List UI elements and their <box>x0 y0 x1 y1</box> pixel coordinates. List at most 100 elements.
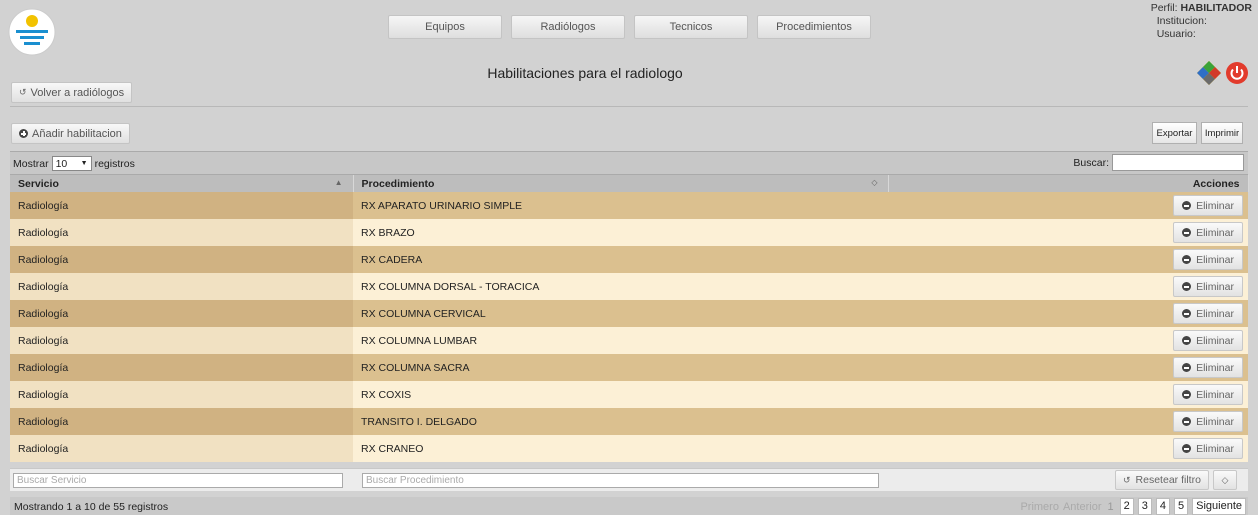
column-header-servicio[interactable]: Servicio ▲ <box>10 175 354 192</box>
column-header-procedimiento[interactable]: Procedimiento ◇ <box>353 175 889 192</box>
table-footer: Mostrando 1 a 10 de 55 registros Primero… <box>10 497 1248 515</box>
eliminar-button[interactable]: Eliminar <box>1173 357 1243 378</box>
cell-procedimiento: RX COXIS <box>353 381 888 408</box>
eliminar-label: Eliminar <box>1196 280 1234 293</box>
cell-servicio: Radiología <box>10 408 353 435</box>
cell-procedimiento: RX CRANEO <box>353 435 888 462</box>
eliminar-button[interactable]: Eliminar <box>1173 384 1243 405</box>
eliminar-label: Eliminar <box>1196 415 1234 428</box>
eliminar-label: Eliminar <box>1196 199 1234 212</box>
cell-procedimiento: RX COLUMNA SACRA <box>353 354 888 381</box>
cell-servicio: Radiología <box>10 246 353 273</box>
eliminar-label: Eliminar <box>1196 307 1234 320</box>
minus-circle-icon <box>1182 228 1192 237</box>
print-button[interactable]: Imprimir <box>1201 122 1243 144</box>
table-row: Radiología RX APARATO URINARIO SIMPLE Elim… <box>10 192 1248 219</box>
nav-tecnicos-button[interactable]: Tecnicos <box>634 15 748 39</box>
eliminar-button[interactable]: Eliminar <box>1173 276 1243 297</box>
pagination-page-1: 1 <box>1107 500 1114 513</box>
minus-circle-icon <box>1182 336 1192 345</box>
filter-servicio-input[interactable]: Buscar Servicio <box>13 473 343 488</box>
eliminar-label: Eliminar <box>1196 442 1234 455</box>
reset-icon: ↺ <box>1123 474 1131 485</box>
reset-filter-button[interactable]: ↺ Resetear filtro <box>1115 470 1209 490</box>
eliminar-button[interactable]: Eliminar <box>1173 411 1243 432</box>
cell-acciones: Eliminar <box>888 246 1248 273</box>
pagination-page-5[interactable]: 5 <box>1174 498 1189 515</box>
table-row: Radiología RX CADERA Eliminar <box>10 246 1248 273</box>
eliminar-button[interactable]: Eliminar <box>1173 303 1243 324</box>
nav-radiologos-button[interactable]: Radiólogos <box>511 15 625 39</box>
eliminar-label: Eliminar <box>1196 253 1234 266</box>
pagination-next[interactable]: Siguiente <box>1192 498 1246 515</box>
sort-toggle-icon: ◇ <box>1221 474 1229 485</box>
eliminar-button[interactable]: Eliminar <box>1173 438 1243 459</box>
table-row: Radiología RX COLUMNA SACRA Eliminar <box>10 354 1248 381</box>
minus-circle-icon <box>1182 255 1192 264</box>
search-input[interactable] <box>1112 154 1244 171</box>
table-row: Radiología TRANSITO I. DELGADO Eliminar <box>10 408 1248 435</box>
search-label: Buscar: <box>1073 156 1109 169</box>
cell-servicio: Radiología <box>10 381 353 408</box>
cell-acciones: Eliminar <box>888 381 1248 408</box>
eliminar-button[interactable]: Eliminar <box>1173 222 1243 243</box>
pagination-previous[interactable]: Anterior <box>1063 501 1102 513</box>
pagination-first[interactable]: Primero <box>1020 501 1059 513</box>
minus-circle-icon <box>1182 417 1192 426</box>
page-size-select[interactable]: 10 ▼ <box>51 156 92 171</box>
eliminar-label: Eliminar <box>1196 334 1234 347</box>
eliminar-button[interactable]: Eliminar <box>1173 249 1243 270</box>
export-button[interactable]: Exportar <box>1152 122 1197 144</box>
user-profile-info: Perfil: HABILITADOR Institucion: Usuario… <box>1151 2 1252 41</box>
nav-equipos-button[interactable]: Equipos <box>388 15 502 39</box>
page-size-value: 10 <box>55 157 68 170</box>
cell-servicio: Radiología <box>10 273 353 300</box>
cell-procedimiento: RX APARATO URINARIO SIMPLE <box>353 192 888 219</box>
cell-acciones: Eliminar <box>888 192 1248 219</box>
length-control: Mostrar 10 ▼ registros <box>13 156 135 171</box>
eliminar-label: Eliminar <box>1196 226 1234 239</box>
eliminar-button[interactable]: Eliminar <box>1173 330 1243 351</box>
settings-cube-icon[interactable] <box>1196 60 1222 89</box>
cell-servicio: Radiología <box>10 354 353 381</box>
add-button-label: Añadir habilitacion <box>32 127 122 140</box>
table-info: Mostrando 1 a 10 de 55 registros <box>14 501 169 513</box>
table-controls: Mostrar 10 ▼ registros Buscar: <box>10 151 1248 175</box>
top-navigation: Equipos Radiólogos Tecnicos Procedimient… <box>388 15 871 39</box>
add-habilitacion-button[interactable]: Añadir habilitacion <box>11 123 130 144</box>
nav-procedimientos-button[interactable]: Procedimientos <box>757 15 871 39</box>
power-logout-icon[interactable] <box>1225 61 1249 88</box>
eliminar-button[interactable]: Eliminar <box>1173 195 1243 216</box>
minus-circle-icon <box>1182 309 1192 318</box>
filter-procedimiento-input[interactable]: Buscar Procedimiento <box>362 473 879 488</box>
pagination-page-4[interactable]: 4 <box>1155 498 1170 515</box>
pagination-page-3[interactable]: 3 <box>1137 498 1152 515</box>
cell-servicio: Radiología <box>10 300 353 327</box>
cell-acciones: Eliminar <box>888 273 1248 300</box>
cell-procedimiento: RX CADERA <box>353 246 888 273</box>
institucion-label: Institucion: <box>1156 15 1207 27</box>
cell-acciones: Eliminar <box>888 408 1248 435</box>
cell-procedimiento: RX COLUMNA DORSAL - TORACICA <box>353 273 888 300</box>
header-icons <box>1196 60 1249 89</box>
sort-asc-icon: ▲ <box>334 178 343 187</box>
table-row: Radiología RX COXIS Eliminar <box>10 381 1248 408</box>
minus-circle-icon <box>1182 201 1192 210</box>
cell-acciones: Eliminar <box>888 219 1248 246</box>
back-to-radiologos-button[interactable]: ↺ Volver a radiólogos <box>11 82 133 103</box>
usuario-label: Usuario: <box>1156 28 1196 40</box>
reset-filter-label: Resetear filtro <box>1135 474 1201 486</box>
sort-both-icon: ◇ <box>871 178 878 187</box>
cell-servicio: Radiología <box>10 435 353 462</box>
search-control: Buscar: <box>1073 154 1244 171</box>
pagination-page-2[interactable]: 2 <box>1119 498 1134 515</box>
cell-servicio: Radiología <box>10 219 353 246</box>
column-toggle-button[interactable]: ◇ <box>1213 470 1237 490</box>
perfil-value: HABILITADOR <box>1180 2 1252 14</box>
table-row: Radiología RX COLUMNA CERVICAL Eliminar <box>10 300 1248 327</box>
divider <box>10 106 1248 107</box>
back-button-label: Volver a radiólogos <box>30 86 125 99</box>
eliminar-label: Eliminar <box>1196 388 1234 401</box>
cell-acciones: Eliminar <box>888 435 1248 462</box>
cell-acciones: Eliminar <box>888 300 1248 327</box>
